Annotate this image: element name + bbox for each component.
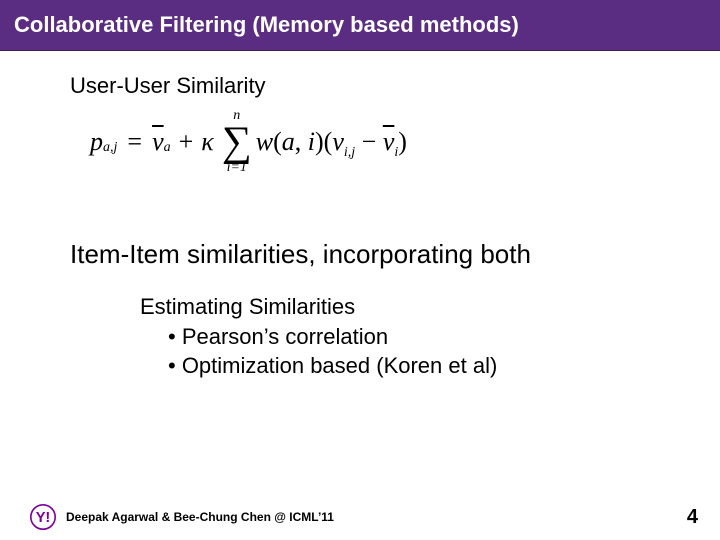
slide-title-bar: Collaborative Filtering (Memory based me…	[0, 0, 720, 51]
slide-title: Collaborative Filtering (Memory based me…	[14, 12, 519, 37]
formula-w-a: a	[282, 127, 295, 156]
section-user-user: User-User Similarity	[70, 73, 720, 99]
formula-vbar-a: v	[152, 127, 164, 157]
page-number: 4	[687, 506, 698, 529]
formula-kappa: κ	[201, 127, 213, 157]
formula-w-i: i	[308, 127, 315, 156]
footer-left: Y! Deepak Agarwal & Bee-Chung Chen @ ICM…	[30, 504, 334, 530]
bullet-pearson: • Pearson’s correlation	[168, 322, 720, 352]
formula-w-close: )	[315, 127, 324, 156]
formula-w: w	[256, 127, 273, 156]
formula-paren-open: (	[324, 127, 333, 156]
formula-lhs-p: p	[90, 127, 103, 157]
formula-paren-close: )	[398, 127, 407, 156]
formula-v-sub: i,j	[344, 145, 355, 160]
formula-minus: −	[355, 127, 383, 156]
estimating-block: Estimating Similarities • Pearson’s corr…	[140, 292, 720, 381]
slide-footer: Y! Deepak Agarwal & Bee-Chung Chen @ ICM…	[0, 504, 720, 530]
slide-body: User-User Similarity pa,j = va + κ n ∑ i…	[0, 73, 720, 381]
formula-w-open: (	[273, 127, 282, 156]
formula-plus: +	[179, 127, 194, 157]
svg-text:Y!: Y!	[36, 510, 51, 526]
bullet-optimization: • Optimization based (Koren et al)	[168, 351, 720, 381]
formula-vbar-i-sub: i	[394, 145, 398, 160]
formula-lhs-sub: a,j	[103, 140, 117, 156]
formula-eq: =	[127, 127, 142, 157]
formula-w-comma: ,	[295, 127, 308, 156]
yahoo-logo-icon: Y!	[30, 504, 56, 530]
section-item-item: Item-Item similarities, incorporating bo…	[70, 239, 720, 270]
formula-v: v	[332, 127, 344, 156]
sigma-bottom: i=1	[227, 161, 247, 175]
formula-block: pa,j = va + κ n ∑ i=1 w(a, i)(vi,j − vi)	[90, 109, 720, 219]
formula-vbar-a-sub: a	[164, 140, 171, 156]
estimating-heading: Estimating Similarities	[140, 292, 720, 322]
sigma-symbol: ∑	[222, 125, 252, 159]
formula-vbar-i: v	[383, 127, 395, 156]
formula: pa,j = va + κ n ∑ i=1 w(a, i)(vi,j − vi)	[90, 109, 720, 175]
sigma-block: n ∑ i=1	[222, 109, 252, 175]
formula-rhs: w(a, i)(vi,j − vi)	[256, 127, 407, 157]
footer-credit: Deepak Agarwal & Bee-Chung Chen @ ICML’1…	[66, 510, 334, 524]
